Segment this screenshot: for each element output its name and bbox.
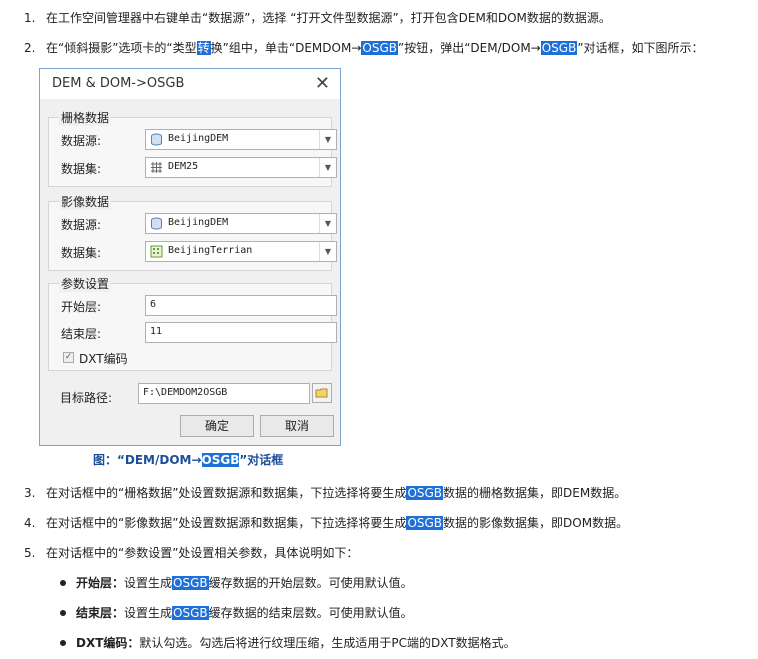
step-text: 在对话框中的“参数设置”处设置相关参数，具体说明如下：: [46, 546, 359, 560]
grid-icon: [151, 162, 162, 173]
step-number: 4.: [24, 516, 36, 530]
input-value: F:\DEMDOM2OSGB: [143, 387, 228, 398]
raster-datasource-combo[interactable]: BeijingDEM ▼: [145, 129, 337, 150]
step-text-part: 在对话框中的“栅格数据”处设置数据源和数据集，下拉选择将要生成: [46, 486, 407, 500]
cancel-button[interactable]: 取消: [260, 415, 334, 437]
step-number: 1.: [24, 11, 36, 25]
bullet-dot: [60, 579, 66, 586]
end-level-input[interactable]: 11: [145, 322, 337, 343]
caption-part: ”对话框: [239, 453, 284, 467]
combo-value: BeijingDEM: [168, 217, 229, 228]
group-title: 参数设置: [59, 275, 112, 292]
dataset-label: 数据集:: [61, 246, 102, 260]
input-value: 11: [150, 326, 163, 337]
combo-value: BeijingTerrian: [168, 245, 253, 256]
step-text-part: 数据的栅格数据集，即DEM数据。: [443, 486, 627, 500]
dialog-titlebar: DEM & DOM->OSGB ✕: [40, 69, 340, 99]
highlight: OSGB: [361, 41, 398, 55]
step-text-part: 在“倾斜摄影”选项卡的“类型: [46, 41, 197, 55]
step-3: 3. 在对话框中的“栅格数据”处设置数据源和数据集，下拉选择将要生成OSGB数据的…: [24, 485, 626, 501]
combo-value: BeijingDEM: [168, 133, 229, 144]
bullet-dot: [60, 639, 66, 646]
start-level-label: 开始层:: [61, 300, 102, 314]
bullet-term: 结束层：: [76, 606, 125, 620]
step-text-part: ”对话框，如下图所示：: [577, 41, 704, 55]
image-dataset-icon: [150, 245, 163, 258]
combo-value: DEM25: [168, 161, 199, 172]
folder-icon: [315, 388, 328, 398]
datasource-label: 数据源:: [61, 218, 102, 232]
bullet-start-level: 开始层：设置生成OSGB缓存数据的开始层数。可使用默认值。: [60, 575, 413, 591]
start-level-input[interactable]: 6: [145, 295, 337, 316]
target-path-label: 目标路径:: [60, 391, 113, 405]
highlight: OSGB: [406, 516, 444, 530]
browse-folder-button[interactable]: [312, 383, 332, 403]
bullet-text-part: 设置生成: [124, 606, 173, 620]
raster-dataset-combo[interactable]: DEM25 ▼: [145, 157, 337, 178]
step-text-part: ”按钮，弹出“DEM/DOM→: [397, 41, 541, 55]
chevron-down-icon[interactable]: ▼: [319, 242, 336, 261]
dxt-checkbox[interactable]: ✓: [63, 352, 74, 363]
step-2: 2. 在“倾斜摄影”选项卡的“类型转换”组中，单击“DEMDOM→OSGB”按钮，…: [24, 40, 704, 56]
caption-part: 图：“DEM/DOM→: [93, 453, 202, 467]
step-1: 1. 在工作空间管理器中右键单击“数据源”，选择 “打开文件型数据源”，打开包含D…: [24, 10, 611, 26]
bullet-term: DXT编码：: [76, 636, 140, 650]
datasource-label: 数据源:: [61, 134, 102, 148]
step-text: 在工作空间管理器中右键单击“数据源”，选择 “打开文件型数据源”，打开包含DEM…: [46, 11, 611, 25]
figure-caption: 图：“DEM/DOM→OSGB”对话框: [93, 451, 283, 468]
group-title: 影像数据: [59, 193, 112, 210]
bullet-term: 开始层：: [76, 576, 125, 590]
dem-dom-osgb-dialog: DEM & DOM->OSGB ✕ 栅格数据 数据源: BeijingDEM ▼…: [39, 68, 341, 446]
dataset-label: 数据集:: [61, 162, 102, 176]
dialog-title: DEM & DOM->OSGB: [52, 76, 185, 91]
highlight: OSGB: [540, 41, 578, 55]
highlight: OSGB: [172, 606, 209, 620]
target-path-input[interactable]: F:\DEMDOM2OSGB: [138, 383, 310, 404]
step-number: 2.: [24, 41, 36, 55]
bullet-text-part: 设置生成: [124, 576, 173, 590]
dxt-label: DXT编码: [79, 352, 128, 366]
step-text-part: 数据的影像数据集，即DOM数据。: [443, 516, 629, 530]
chevron-down-icon[interactable]: ▼: [319, 214, 336, 233]
step-number: 5.: [24, 546, 36, 560]
step-4: 4. 在对话框中的“影像数据”处设置数据源和数据集，下拉选择将要生成OSGB数据的…: [24, 515, 628, 531]
bullet-dot: [60, 609, 66, 616]
image-datasource-combo[interactable]: BeijingDEM ▼: [145, 213, 337, 234]
highlight: OSGB: [201, 453, 240, 467]
highlight: OSGB: [172, 576, 209, 590]
step-number: 3.: [24, 486, 36, 500]
bullet-dxt: DXT编码：默认勾选。勾选后将进行纹理压缩，生成适用于PC端的DXT数据格式。: [60, 635, 516, 651]
chevron-down-icon[interactable]: ▼: [319, 158, 336, 177]
database-icon: [151, 217, 162, 230]
group-title: 栅格数据: [59, 109, 112, 126]
input-value: 6: [150, 299, 157, 310]
image-data-group: 影像数据 数据源: BeijingDEM ▼ 数据集: BeijingTerri…: [48, 193, 337, 271]
step-text-part: 换”组中，单击“DEMDOM→: [210, 41, 362, 55]
highlight: OSGB: [406, 486, 444, 500]
step-text-part: 在对话框中的“影像数据”处设置数据源和数据集，下拉选择将要生成: [46, 516, 407, 530]
chevron-down-icon[interactable]: ▼: [319, 130, 336, 149]
end-level-label: 结束层:: [61, 327, 102, 341]
step-5: 5. 在对话框中的“参数设置”处设置相关参数，具体说明如下：: [24, 545, 358, 561]
bullet-text-part: 默认勾选。勾选后将进行纹理压缩，生成适用于PC端的DXT数据格式。: [139, 636, 516, 650]
highlight: 转: [196, 41, 211, 55]
close-icon[interactable]: ✕: [315, 73, 330, 94]
bullet-text-part: 缓存数据的开始层数。可使用默认值。: [208, 576, 413, 590]
bullet-text-part: 缓存数据的结束层数。可使用默认值。: [208, 606, 413, 620]
database-icon: [151, 133, 162, 146]
image-dataset-combo[interactable]: BeijingTerrian ▼: [145, 241, 337, 262]
raster-data-group: 栅格数据 数据源: BeijingDEM ▼ 数据集: DEM25 ▼: [48, 109, 337, 187]
ok-button[interactable]: 确定: [180, 415, 254, 437]
params-group: 参数设置 开始层: 6 结束层: 11 ✓ DXT编码: [48, 275, 337, 371]
bullet-end-level: 结束层：设置生成OSGB缓存数据的结束层数。可使用默认值。: [60, 605, 413, 621]
